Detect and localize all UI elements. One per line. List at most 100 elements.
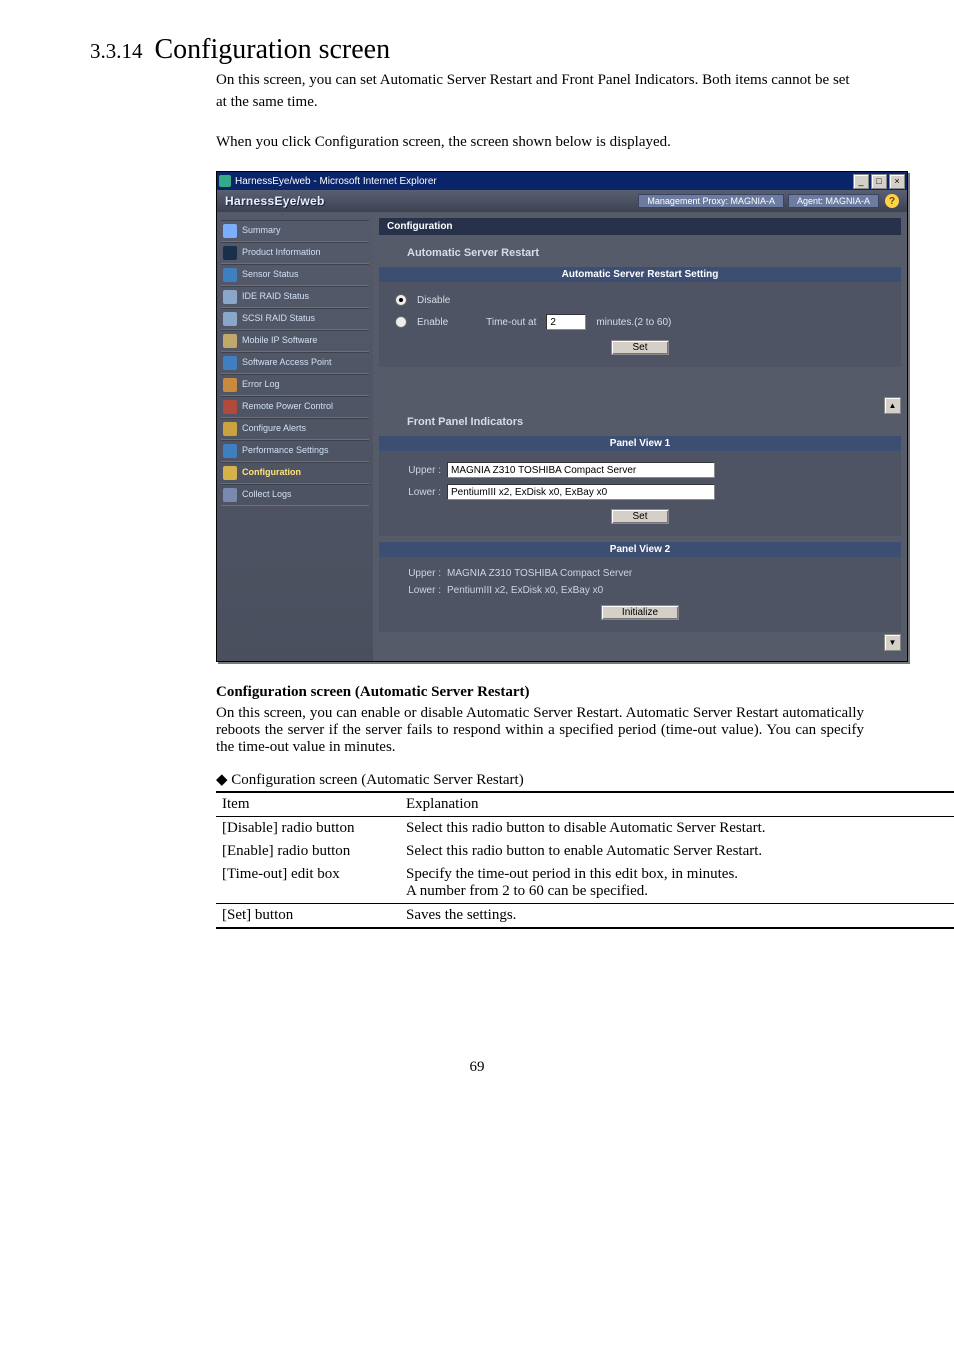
pv1-upper-label: Upper :: [395, 465, 441, 476]
sidebar-item[interactable]: Summary: [221, 220, 369, 242]
th-explanation: Explanation: [400, 792, 954, 817]
panel-section-title: Configuration: [379, 218, 901, 235]
sidebar-item-icon: [223, 356, 237, 370]
sidebar-item[interactable]: Error Log: [221, 374, 369, 396]
pv2-initialize-button[interactable]: Initialize: [601, 605, 679, 620]
sidebar-item-label: Performance Settings: [242, 446, 329, 456]
page-number: 69: [90, 1059, 864, 1076]
pv2-upper-text: MAGNIA Z310 TOSHIBA Compact Server: [447, 568, 632, 579]
panel-view-2-body: Upper : MAGNIA Z310 TOSHIBA Compact Serv…: [379, 557, 901, 632]
sidebar-item[interactable]: Remote Power Control: [221, 396, 369, 418]
sidebar-item-icon: [223, 334, 237, 348]
after-paragraph: On this screen, you can enable or disabl…: [216, 705, 864, 756]
sidebar-item[interactable]: Performance Settings: [221, 440, 369, 462]
sidebar-item-icon: [223, 444, 237, 458]
cell-explanation: Select this radio button to enable Autom…: [400, 840, 954, 863]
window-titlebar: HarnessEye/web - Microsoft Internet Expl…: [217, 172, 907, 190]
main-panel: Configuration Automatic Server Restart A…: [373, 212, 907, 661]
asr-panel-body: Disable Enable Time-out at minutes.(2 to…: [379, 282, 901, 367]
sidebar-item-label: Error Log: [242, 380, 280, 390]
close-button[interactable]: ×: [889, 174, 905, 189]
sidebar-item-icon: [223, 422, 237, 436]
sidebar-item-icon: [223, 268, 237, 282]
asr-set-button[interactable]: Set: [611, 340, 668, 355]
after-title: Configuration screen (Automatic Server R…: [216, 684, 864, 701]
sidebar-item-label: Collect Logs: [242, 490, 292, 500]
enable-radio[interactable]: [395, 316, 407, 328]
pv1-lower-input[interactable]: [447, 484, 715, 500]
minimize-button[interactable]: _: [853, 174, 869, 189]
cell-item: [Set] button: [216, 904, 400, 929]
cell-explanation: Saves the settings.: [400, 904, 954, 929]
sidebar-item-label: Remote Power Control: [242, 402, 333, 412]
sidebar-item[interactable]: Configure Alerts: [221, 418, 369, 440]
pv2-upper-label: Upper :: [395, 568, 441, 579]
table-row: [Set] buttonSaves the settings.: [216, 904, 954, 929]
pv1-set-button[interactable]: Set: [611, 509, 668, 524]
enable-radio-label: Enable: [417, 317, 448, 328]
section-title: Configuration screen: [155, 34, 391, 66]
sidebar-item[interactable]: Collect Logs: [221, 484, 369, 506]
pv2-lower-label: Lower :: [395, 585, 441, 596]
ie-icon: [219, 175, 231, 187]
cell-item: [Time-out] edit box: [216, 863, 400, 904]
sidebar: Summary Product Information Sensor Status I…: [217, 212, 373, 661]
asr-heading: Automatic Server Restart: [407, 247, 901, 259]
sidebar-item[interactable]: Mobile IP Software: [221, 330, 369, 352]
sidebar-item-icon: [223, 224, 237, 238]
disable-radio[interactable]: [395, 294, 407, 306]
table-row: [Enable] radio buttonSelect this radio b…: [216, 840, 954, 863]
sidebar-item-icon: [223, 400, 237, 414]
sidebar-item-icon: [223, 312, 237, 326]
screenshot-window: HarnessEye/web - Microsoft Internet Expl…: [216, 171, 908, 662]
help-icon[interactable]: ?: [885, 194, 899, 208]
sidebar-item-label: Product Information: [242, 248, 321, 258]
maximize-button[interactable]: □: [871, 174, 887, 189]
cell-item: [Disable] radio button: [216, 817, 400, 841]
agent-label: Agent: MAGNIA-A: [788, 194, 879, 208]
th-item: Item: [216, 792, 400, 817]
asr-panel-title: Automatic Server Restart Setting: [379, 267, 901, 282]
sidebar-item[interactable]: SCSI RAID Status: [221, 308, 369, 330]
sidebar-item-icon: [223, 488, 237, 502]
sidebar-item-label: Sensor Status: [242, 270, 299, 280]
scroll-up-icon[interactable]: ▲: [884, 397, 901, 414]
pv1-lower-label: Lower :: [395, 487, 441, 498]
sidebar-item-label: Summary: [242, 226, 281, 236]
pv2-lower-text: PentiumIII x2, ExDisk x0, ExBay x0: [447, 585, 603, 596]
sidebar-item-label: Configure Alerts: [242, 424, 306, 434]
table-caption: ◆ Configuration screen (Automatic Server…: [216, 770, 864, 789]
sidebar-item-icon: [223, 466, 237, 480]
sidebar-item-label: Configuration: [242, 468, 301, 478]
section-number: 3.3.14: [90, 39, 143, 64]
sidebar-item-icon: [223, 378, 237, 392]
sidebar-item[interactable]: Sensor Status: [221, 264, 369, 286]
panel-view-2-title: Panel View 2: [379, 542, 901, 557]
management-proxy-label: Management Proxy: MAGNIA-A: [638, 194, 784, 208]
brand-bar: HarnessEye/web Management Proxy: MAGNIA-…: [217, 190, 907, 212]
table-row: [Disable] radio buttonSelect this radio …: [216, 817, 954, 841]
window-title: HarnessEye/web - Microsoft Internet Expl…: [235, 176, 437, 187]
sidebar-item[interactable]: Product Information: [221, 242, 369, 264]
timeout-unit: minutes.(2 to 60): [596, 317, 671, 328]
sidebar-item-icon: [223, 290, 237, 304]
panel-view-1-body: Upper : Lower : Set: [379, 451, 901, 536]
sidebar-item[interactable]: Software Access Point: [221, 352, 369, 374]
intro-paragraph-2: When you click Configuration screen, the…: [216, 132, 864, 154]
intro-paragraph-1: On this screen, you can set Automatic Se…: [216, 70, 864, 114]
brand-logo-text: HarnessEye/web: [225, 194, 325, 208]
cell-explanation: Select this radio button to disable Auto…: [400, 817, 954, 841]
scroll-down-icon[interactable]: ▼: [884, 634, 901, 651]
sidebar-item-label: Mobile IP Software: [242, 336, 317, 346]
panel-view-1-title: Panel View 1: [379, 436, 901, 451]
table-row: [Time-out] edit boxSpecify the time-out …: [216, 863, 954, 904]
timeout-input[interactable]: [546, 314, 586, 330]
sidebar-item[interactable]: Configuration: [221, 462, 369, 484]
sidebar-item-label: IDE RAID Status: [242, 292, 309, 302]
disable-radio-label: Disable: [417, 295, 450, 306]
sidebar-item[interactable]: IDE RAID Status: [221, 286, 369, 308]
cell-explanation: Specify the time-out period in this edit…: [400, 863, 954, 904]
explanation-table: Item Explanation [Disable] radio buttonS…: [216, 791, 954, 929]
cell-item: [Enable] radio button: [216, 840, 400, 863]
pv1-upper-input[interactable]: [447, 462, 715, 478]
